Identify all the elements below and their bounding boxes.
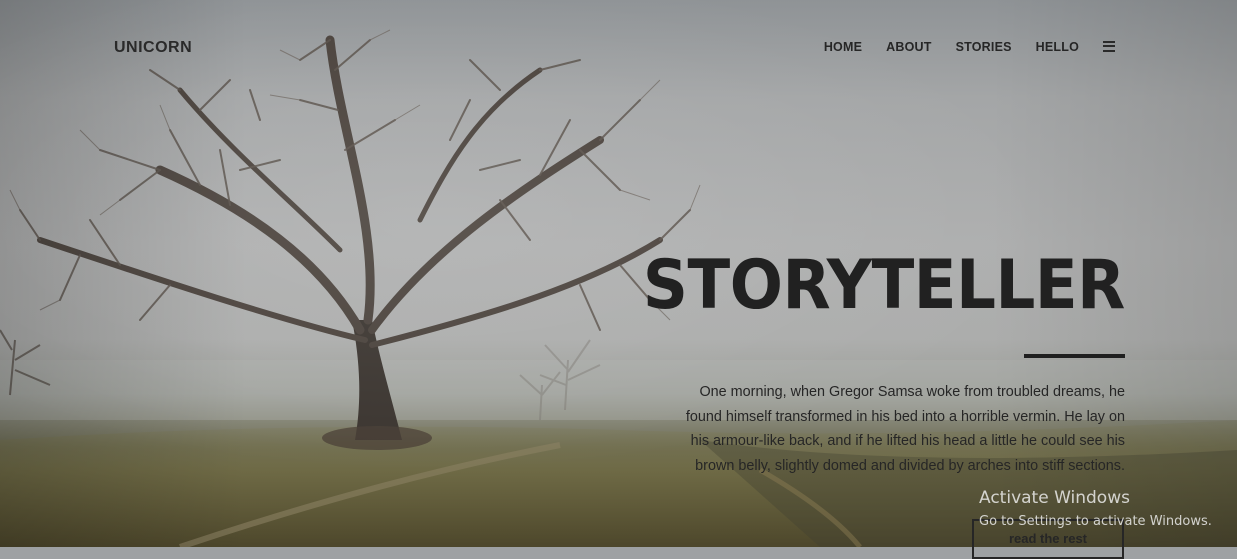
watermark-subtitle: Go to Settings to activate Windows. (979, 514, 1212, 529)
site-logo[interactable]: UNICORN (114, 39, 192, 57)
hamburger-menu-icon[interactable] (1103, 40, 1115, 52)
hero-paragraph: One morning, when Gregor Samsa woke from… (685, 384, 1125, 474)
nav-item-home[interactable]: HOME (824, 40, 862, 54)
main-navigation: HOME ABOUT STORIES HELLO (800, 40, 1115, 54)
nav-item-hello[interactable]: HELLO (1036, 40, 1079, 54)
title-divider (1024, 354, 1125, 358)
watermark-title: Activate Windows (979, 488, 1130, 508)
nav-item-about[interactable]: ABOUT (886, 40, 931, 54)
activate-windows-watermark: Activate Windows Go to Settings to activ… (979, 487, 1212, 531)
nav-item-stories[interactable]: STORIES (956, 40, 1012, 54)
hero-title: STORYTELLER (643, 246, 1125, 325)
